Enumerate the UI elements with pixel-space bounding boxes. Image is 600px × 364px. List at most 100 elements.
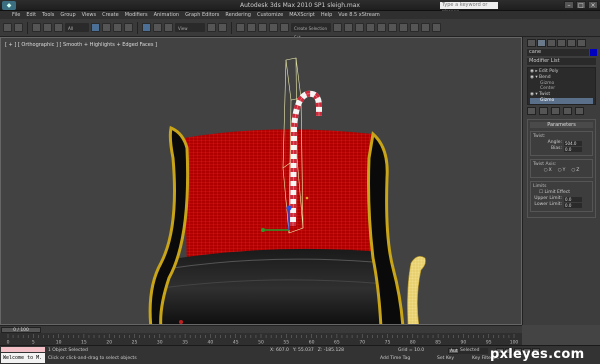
x-coordinate[interactable]: X: 607.0 [270, 348, 289, 353]
maxscript-listener-mini[interactable] [1, 347, 45, 352]
selection-filter-dropdown[interactable]: All [65, 23, 89, 32]
add-time-tag-button[interactable]: Add Time Tag [380, 356, 410, 361]
menu-graph-editors[interactable]: Graph Editors [185, 11, 219, 19]
angle-snap-icon[interactable] [247, 23, 256, 32]
make-unique-icon[interactable] [551, 107, 560, 115]
percent-snap-icon[interactable] [258, 23, 267, 32]
toolbar-divider [231, 21, 232, 34]
schematic-view-icon[interactable] [388, 23, 397, 32]
named-selection-dropdown[interactable]: Create Selection Set [291, 23, 331, 40]
track-bar[interactable]: 0 5 10 15 20 25 30 35 40 45 50 55 60 65 70 75 80 85 90 95 10… [0, 333, 522, 345]
lower-limit-field[interactable]: 0.0 [564, 202, 582, 208]
reference-coord-dropdown[interactable]: View [175, 23, 205, 32]
menu-animation[interactable]: Animation [154, 11, 180, 19]
minimize-icon[interactable]: – [564, 1, 574, 9]
stack-item-twist-gizmo[interactable]: Gizmo [530, 97, 593, 104]
rectangular-selection-icon[interactable] [113, 23, 122, 32]
render-production-icon[interactable] [432, 23, 441, 32]
coordinate-display: X: 607.0 Y: 55.037 Z: -185.128 [270, 348, 344, 353]
main-toolbar: All View Create Selection Set [0, 19, 600, 40]
modify-tab-icon[interactable] [537, 39, 546, 47]
sleigh-runner [407, 256, 426, 324]
maxscript-mini-listener[interactable]: Welcome to M. [1, 353, 45, 363]
angle-field[interactable]: 504.0 [564, 140, 582, 146]
menu-customize[interactable]: Customize [257, 11, 283, 19]
axis-x-radio[interactable]: X [544, 168, 552, 174]
pivot-center-icon[interactable] [207, 23, 216, 32]
command-panel: cane Modifier List ◉ ▸ Edit Poly ◉ ▾ Ben… [522, 37, 600, 325]
spinner-snap-icon[interactable] [269, 23, 278, 32]
layer-manager-icon[interactable] [355, 23, 364, 32]
menu-create[interactable]: Create [102, 11, 119, 19]
upper-limit-field[interactable]: 0.0 [564, 196, 582, 202]
parameters-rollout: Parameters Twist: Angle: 504.0 Bias: 0.0… [527, 119, 596, 218]
select-scale-icon[interactable] [164, 23, 173, 32]
close-icon[interactable]: × [588, 1, 598, 9]
modifier-list-dropdown[interactable]: Modifier List [527, 58, 596, 65]
modifier-stack: ◉ ▸ Edit Poly ◉ ▾ Bend Gizmo Center ◉ ▾ … [527, 67, 596, 105]
search-input[interactable]: Type a keyword or phrase [440, 2, 498, 15]
display-tab-icon[interactable] [567, 39, 576, 47]
twist-axis-group: Twist Axis: X Y Z [530, 159, 593, 178]
utilities-tab-icon[interactable] [577, 39, 586, 47]
menu-file[interactable]: File [12, 11, 20, 19]
stack-tools [527, 107, 596, 116]
menu-modifiers[interactable]: Modifiers [125, 11, 148, 19]
rollout-header[interactable]: Parameters [530, 122, 593, 128]
pin-stack-icon[interactable] [527, 107, 536, 115]
align-icon[interactable] [344, 23, 353, 32]
edit-named-selection-icon[interactable] [280, 23, 289, 32]
select-rotate-icon[interactable] [153, 23, 162, 32]
show-end-result-icon[interactable] [539, 107, 548, 115]
snap-toggle-icon[interactable] [236, 23, 245, 32]
hierarchy-tab-icon[interactable] [547, 39, 556, 47]
select-object-icon[interactable] [91, 23, 100, 32]
curve-editor-icon[interactable] [377, 23, 386, 32]
y-coordinate[interactable]: Y: 55.037 [293, 348, 314, 353]
material-editor-icon[interactable] [399, 23, 408, 32]
undo-icon[interactable] [3, 23, 12, 32]
configure-sets-icon[interactable] [575, 107, 584, 115]
watermark: pxleyes.com [490, 347, 585, 362]
motion-tab-icon[interactable] [557, 39, 566, 47]
window-crossing-icon[interactable] [124, 23, 133, 32]
object-name-field[interactable]: cane [527, 49, 597, 56]
menu-edit[interactable]: Edit [26, 11, 36, 19]
menu-maxscript[interactable]: MAXScript [289, 11, 315, 19]
z-coordinate[interactable]: Z: -185.128 [318, 348, 344, 353]
set-key-button[interactable]: Set Key [437, 356, 454, 361]
redo-icon[interactable] [14, 23, 23, 32]
select-by-name-icon[interactable] [102, 23, 111, 32]
menu-help[interactable]: Help [321, 11, 332, 19]
twist-axis-title: Twist Axis: [533, 162, 557, 167]
menu-views[interactable]: Views [82, 11, 96, 19]
twist-group-title: Twist: [533, 134, 546, 139]
time-slider-bar[interactable]: 0 / 100 [0, 325, 522, 333]
title-bar: ◆ Autodesk 3ds Max 2010 SP1 sleigh.max T… [0, 0, 600, 15]
graphite-ribbon-icon[interactable] [366, 23, 375, 32]
menu-group[interactable]: Group [60, 11, 75, 19]
manipulate-icon[interactable] [218, 23, 227, 32]
object-color-swatch[interactable] [590, 49, 597, 56]
axis-y-radio[interactable]: Y [558, 168, 566, 174]
axis-z-radio[interactable]: Z [571, 168, 579, 174]
menu-rendering[interactable]: Rendering [225, 11, 251, 19]
bind-spacewarp-icon[interactable] [54, 23, 63, 32]
rendered-frame-icon[interactable] [421, 23, 430, 32]
unlink-icon[interactable] [43, 23, 52, 32]
lower-limit-row: Lower Limit: 0.0 [533, 202, 590, 208]
select-link-icon[interactable] [32, 23, 41, 32]
perspective-viewport[interactable]: [ + ] [ Orthographic ] [ Smooth + Highli… [0, 37, 522, 325]
maximize-icon[interactable]: □ [576, 1, 586, 9]
create-tab-icon[interactable] [527, 39, 536, 47]
remove-modifier-icon[interactable] [563, 107, 572, 115]
mirror-icon[interactable] [333, 23, 342, 32]
select-move-icon[interactable] [142, 23, 151, 32]
key-selection-dropdown[interactable]: Selected [458, 348, 488, 354]
toolbar-divider [137, 21, 138, 34]
render-setup-icon[interactable] [410, 23, 419, 32]
bias-field[interactable]: 0.0 [564, 146, 582, 152]
viewport-label[interactable]: [ + ] [ Orthographic ] [ Smooth + Highli… [5, 42, 157, 48]
menu-tools[interactable]: Tools [42, 11, 54, 19]
menu-vue[interactable]: Vue 8.5 xStream [338, 11, 380, 19]
